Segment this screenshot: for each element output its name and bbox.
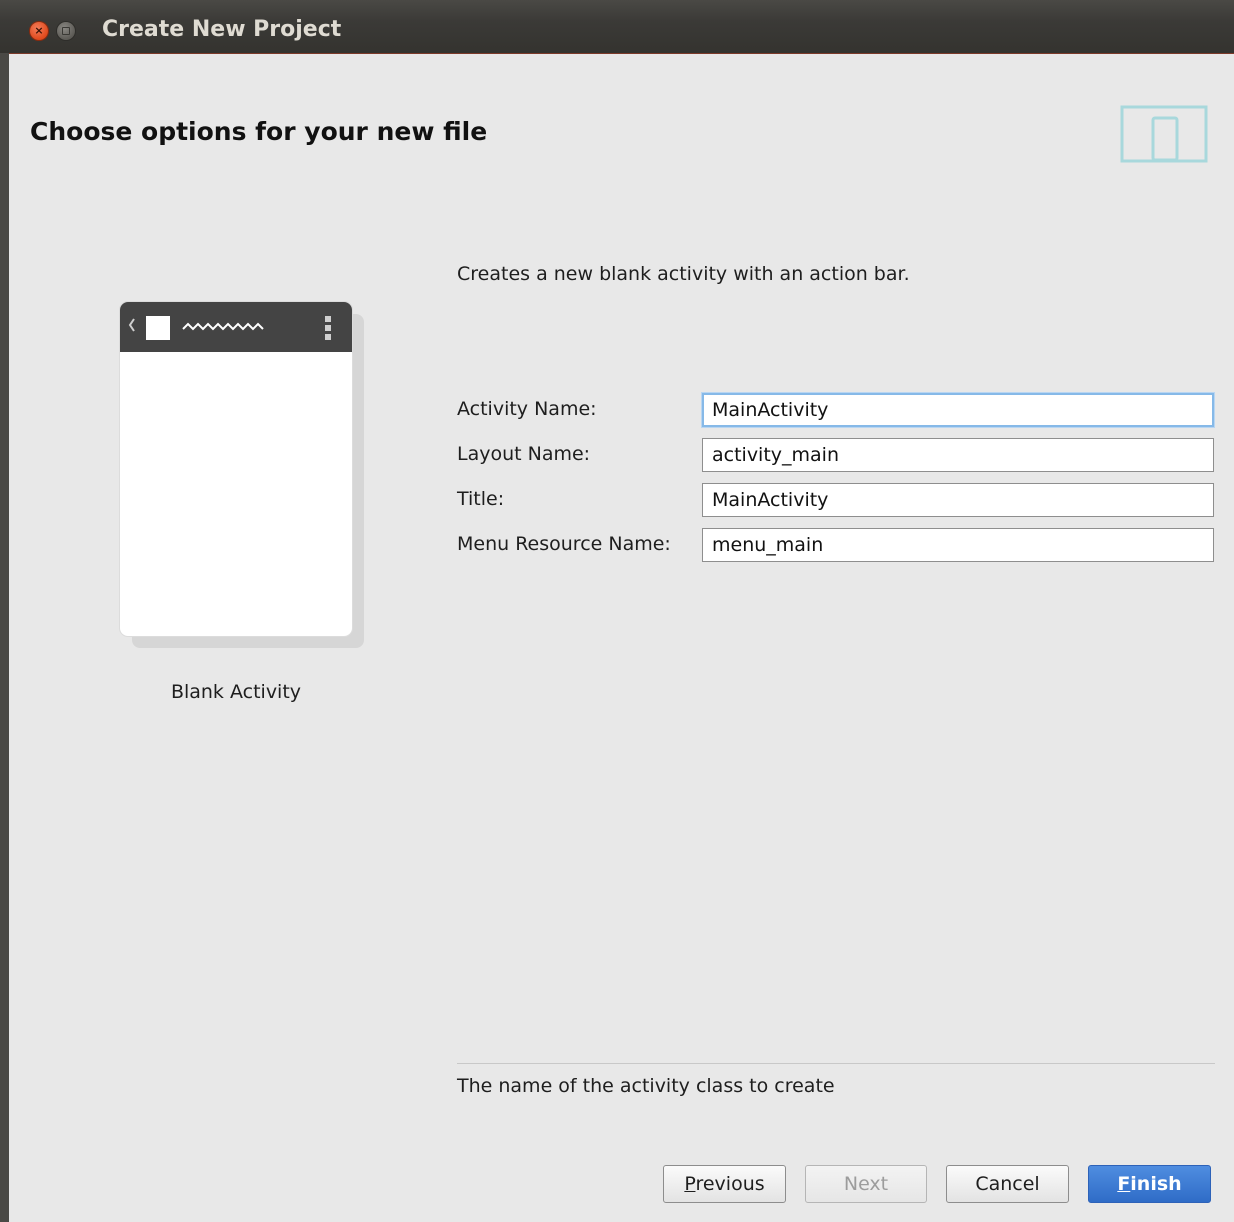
activity-name-label: Activity Name: xyxy=(457,398,597,420)
finish-mnemonic: F xyxy=(1117,1173,1131,1195)
close-icon[interactable]: × xyxy=(30,22,48,40)
finish-button[interactable]: Finish xyxy=(1088,1165,1211,1203)
menu-resource-name-input[interactable] xyxy=(702,528,1214,562)
help-text: The name of the activity class to create xyxy=(457,1075,835,1097)
cancel-button[interactable]: Cancel xyxy=(946,1165,1069,1203)
page-title: Choose options for your new file xyxy=(30,117,488,146)
finish-label: inish xyxy=(1130,1173,1182,1195)
help-separator xyxy=(457,1063,1215,1064)
window-frame-accent xyxy=(9,53,1234,54)
layout-name-input[interactable] xyxy=(702,438,1214,472)
title-input[interactable] xyxy=(702,483,1214,517)
window-title: Create New Project xyxy=(102,17,342,42)
title-label: Title: xyxy=(457,488,505,510)
template-preview xyxy=(120,302,352,636)
preview-action-bar xyxy=(120,302,352,352)
previous-label: revious xyxy=(695,1173,765,1195)
next-button[interactable]: Next xyxy=(805,1165,927,1203)
overflow-menu-icon xyxy=(325,316,331,340)
window-titlebar: × Create New Project xyxy=(0,0,1234,54)
activity-name-input[interactable] xyxy=(702,393,1214,427)
template-label: Blank Activity xyxy=(170,681,302,703)
device-icon xyxy=(1120,105,1208,163)
menu-resource-name-label: Menu Resource Name: xyxy=(457,533,671,555)
previous-button[interactable]: Previous xyxy=(663,1165,786,1203)
layout-name-label: Layout Name: xyxy=(457,443,591,465)
previous-mnemonic: P xyxy=(684,1173,696,1195)
template-description: Creates a new blank activity with an act… xyxy=(457,263,910,285)
maximize-icon[interactable] xyxy=(57,22,75,40)
preview-title-placeholder xyxy=(182,322,264,331)
window-frame-left xyxy=(0,53,9,1222)
preview-app-icon xyxy=(146,316,170,340)
chevron-left-icon xyxy=(128,318,135,332)
